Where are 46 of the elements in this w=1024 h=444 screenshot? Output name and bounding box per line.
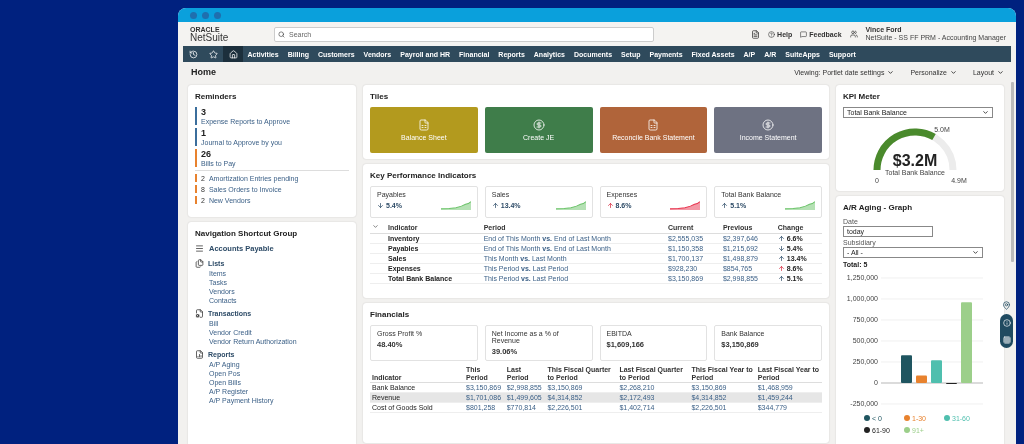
- chart-bar: [931, 360, 942, 383]
- map-pin-icon: [1002, 301, 1011, 310]
- reminder-count: 1: [201, 128, 207, 138]
- scrollbar[interactable]: [1011, 82, 1014, 262]
- caret-icon: [372, 223, 379, 230]
- caret-icon: [972, 249, 979, 256]
- card-title: A/R Aging - Graph: [843, 203, 914, 212]
- history-icon: [188, 49, 198, 59]
- floating-toolbar[interactable]: [1000, 314, 1013, 348]
- card-title: Navigation Shortcut Group: [195, 229, 299, 238]
- dollar-icon: [762, 119, 775, 131]
- menu-icon: [195, 244, 204, 253]
- page-title: Home: [191, 67, 216, 77]
- card-title: Tiles: [370, 92, 390, 101]
- chat-bubble-icon: [800, 30, 808, 38]
- document-icon: [195, 350, 204, 359]
- document-icon: [195, 259, 204, 268]
- home-icon: [228, 49, 238, 59]
- window-control-dot[interactable]: [214, 11, 221, 19]
- help-icon: [768, 30, 776, 38]
- gauge-value: $3.2M: [892, 152, 938, 169]
- card-title: KPI Meter: [843, 92, 881, 101]
- card-title: Reminders: [195, 92, 238, 101]
- caret-icon: [887, 68, 895, 76]
- caret-icon: [982, 109, 989, 116]
- spreadsheet-icon: [647, 119, 660, 131]
- chart-bar: [901, 355, 912, 383]
- caret-icon: [949, 68, 957, 76]
- search-icon: [278, 30, 285, 38]
- window-control-dot[interactable]: [190, 11, 197, 19]
- document-icon[interactable]: [751, 29, 761, 39]
- spreadsheet-icon: [417, 119, 430, 131]
- reminder-count: 26: [201, 149, 212, 159]
- document-icon: [195, 309, 204, 318]
- window-control-dot[interactable]: [202, 11, 209, 19]
- reminder-count: 3: [201, 107, 207, 117]
- caret-icon: [997, 68, 1004, 76]
- info-icon: [1002, 318, 1011, 327]
- card-title: Key Performance Indicators: [370, 171, 478, 180]
- home-button[interactable]: [223, 46, 243, 62]
- dollar-icon: [532, 119, 545, 131]
- card-title: Financials: [370, 310, 411, 319]
- chart-bar: [916, 375, 927, 383]
- user-icon: [849, 30, 858, 38]
- star-icon: [208, 49, 218, 59]
- logo-text: NetSuite: [190, 32, 230, 43]
